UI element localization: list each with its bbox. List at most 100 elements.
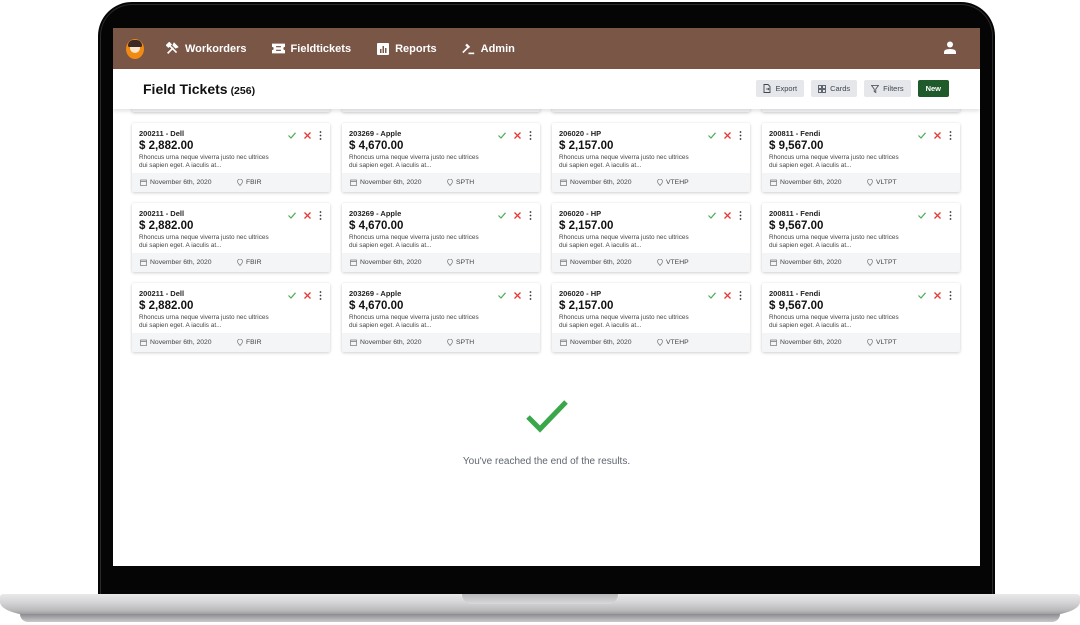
export-icon [763, 84, 771, 93]
reject-close-icon[interactable] [304, 132, 311, 139]
card-footer: November 6th, 2020 FBIR [132, 173, 330, 192]
user-icon[interactable] [944, 41, 956, 54]
nav-item-fieldtickets[interactable]: Fieldtickets [271, 42, 352, 55]
more-vertical-icon[interactable] [319, 211, 322, 220]
ticket-amount: $ 2,882.00 [139, 220, 194, 232]
ticket-date: November 6th, 2020 [780, 339, 842, 346]
tickets-list[interactable]: November 6th, 2020 FBIR November 6th, 20… [113, 93, 980, 566]
card-footer: November 6th, 2020 FBIR [132, 333, 330, 352]
reject-close-icon[interactable] [724, 132, 731, 139]
end-of-results: You've reached the end of the results. [113, 399, 980, 467]
more-vertical-icon[interactable] [949, 131, 952, 140]
approve-check-icon[interactable] [918, 212, 926, 219]
approve-check-icon[interactable] [498, 292, 506, 299]
more-vertical-icon[interactable] [529, 291, 532, 300]
ticket-card[interactable]: 206020 - HP $ 2,157.00 Rhoncus urna nequ… [552, 283, 750, 352]
ticket-card[interactable]: 200211 - Dell $ 2,882.00 Rhoncus urna ne… [132, 123, 330, 192]
approve-check-icon[interactable] [498, 132, 506, 139]
cards-view-button[interactable]: Cards [811, 80, 858, 97]
card-footer: November 6th, 2020 VTEHP [552, 333, 750, 352]
bar-chart-icon [376, 42, 389, 55]
reject-close-icon[interactable] [514, 132, 521, 139]
nav-label: Fieldtickets [290, 42, 352, 55]
owl-logo-icon[interactable] [126, 38, 144, 59]
card-actions [498, 291, 532, 300]
ticket-amount: $ 2,882.00 [139, 140, 194, 152]
nav-item-admin[interactable]: Admin [461, 42, 515, 55]
export-button[interactable]: Export [756, 80, 805, 97]
reject-close-icon[interactable] [304, 212, 311, 219]
tools-icon [166, 42, 179, 55]
more-vertical-icon[interactable] [949, 211, 952, 220]
ticket-location: VTEHP [666, 339, 689, 346]
card-footer: November 6th, 2020 VTEHP [552, 253, 750, 272]
approve-check-icon[interactable] [918, 292, 926, 299]
ticket-card[interactable]: 203269 - Apple $ 4,670.00 Rhoncus urna n… [342, 123, 540, 192]
laptop-base-bottom [20, 614, 1060, 622]
reject-close-icon[interactable] [724, 292, 731, 299]
location-pin-icon [237, 179, 243, 186]
reject-close-icon[interactable] [724, 212, 731, 219]
filters-button[interactable]: Filters [864, 80, 911, 97]
ticket-date: November 6th, 2020 [150, 339, 212, 346]
approve-check-icon[interactable] [288, 292, 296, 299]
location-pin-icon [657, 179, 663, 186]
reject-close-icon[interactable] [934, 292, 941, 299]
calendar-icon [140, 339, 147, 346]
approve-check-icon[interactable] [918, 132, 926, 139]
reject-close-icon[interactable] [934, 132, 941, 139]
calendar-icon [770, 339, 777, 346]
more-vertical-icon[interactable] [319, 131, 322, 140]
approve-check-icon[interactable] [498, 212, 506, 219]
nav-label: Admin [480, 42, 515, 55]
location-pin-icon [867, 259, 873, 266]
more-vertical-icon[interactable] [529, 131, 532, 140]
ticket-card[interactable]: 200811 - Fendi $ 9,567.00 Rhoncus urna n… [762, 123, 960, 192]
ticket-description: Rhoncus urna neque viverra justo nec ult… [769, 154, 899, 169]
card-actions [708, 211, 742, 220]
location-pin-icon [657, 339, 663, 346]
reject-close-icon[interactable] [514, 292, 521, 299]
ticket-card[interactable]: 200811 - Fendi $ 9,567.00 Rhoncus urna n… [762, 203, 960, 272]
ticket-card[interactable]: 203269 - Apple $ 4,670.00 Rhoncus urna n… [342, 283, 540, 352]
more-vertical-icon[interactable] [319, 291, 322, 300]
ticket-amount: $ 2,157.00 [559, 220, 614, 232]
more-vertical-icon[interactable] [739, 291, 742, 300]
filter-icon [871, 84, 880, 93]
reject-close-icon[interactable] [934, 212, 941, 219]
ticket-location: VLTPT [876, 259, 897, 266]
ticket-card[interactable]: 203269 - Apple $ 4,670.00 Rhoncus urna n… [342, 203, 540, 272]
ticket-location: FBIR [246, 259, 262, 266]
approve-check-icon[interactable] [708, 212, 716, 219]
ticket-location: VLTPT [876, 179, 897, 186]
ticket-location: VLTPT [876, 339, 897, 346]
end-message: You've reached the end of the results. [462, 456, 631, 467]
ticket-description: Rhoncus urna neque viverra justo nec ult… [139, 314, 269, 329]
card-actions [708, 291, 742, 300]
more-vertical-icon[interactable] [949, 291, 952, 300]
ticket-amount: $ 2,157.00 [559, 140, 614, 152]
ticket-amount: $ 4,670.00 [349, 300, 404, 312]
reject-close-icon[interactable] [514, 212, 521, 219]
more-vertical-icon[interactable] [529, 211, 532, 220]
nav-label: Reports [395, 42, 437, 55]
approve-check-icon[interactable] [708, 292, 716, 299]
ticket-card[interactable]: 200211 - Dell $ 2,882.00 Rhoncus urna ne… [132, 283, 330, 352]
card-footer: November 6th, 2020 SPTH [342, 173, 540, 192]
nav-item-reports[interactable]: Reports [376, 42, 437, 55]
ticket-card[interactable]: 206020 - HP $ 2,157.00 Rhoncus urna nequ… [552, 123, 750, 192]
ticket-card[interactable]: 206020 - HP $ 2,157.00 Rhoncus urna nequ… [552, 203, 750, 272]
nav-item-workorders[interactable]: Workorders [166, 42, 247, 55]
ticket-card[interactable]: 200811 - Fendi $ 9,567.00 Rhoncus urna n… [762, 283, 960, 352]
more-vertical-icon[interactable] [739, 211, 742, 220]
approve-check-icon[interactable] [288, 212, 296, 219]
ticket-location: SPTH [456, 259, 475, 266]
approve-check-icon[interactable] [708, 132, 716, 139]
new-ticket-button[interactable]: New [917, 80, 949, 97]
ticket-card[interactable]: 200211 - Dell $ 2,882.00 Rhoncus urna ne… [132, 203, 330, 272]
ticket-description: Rhoncus urna neque viverra justo nec ult… [559, 314, 689, 329]
ticket-count: (256) [230, 85, 256, 97]
more-vertical-icon[interactable] [739, 131, 742, 140]
reject-close-icon[interactable] [304, 292, 311, 299]
approve-check-icon[interactable] [288, 132, 296, 139]
